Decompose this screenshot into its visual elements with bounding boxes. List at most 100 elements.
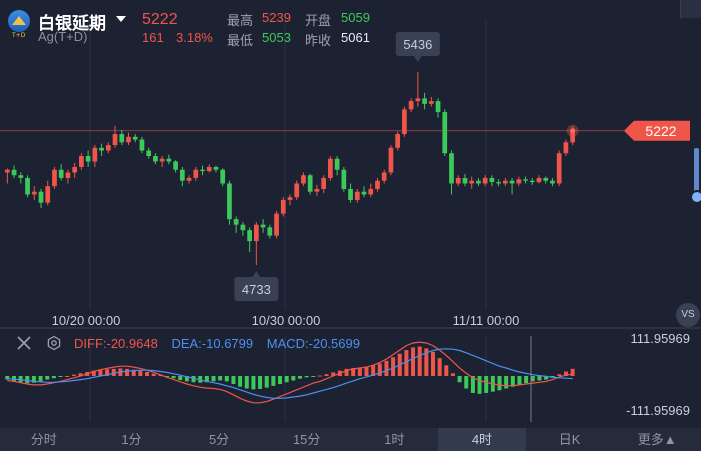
tab-1min[interactable]: 1分 [88,428,176,451]
macd-bar [51,376,56,379]
side-panel-tab[interactable] [680,0,701,18]
macd-bar [251,376,256,390]
candle-body [408,101,414,110]
candle-body [233,219,239,225]
macd-bar [384,360,389,376]
candle-body [99,147,104,151]
macd-bar [437,358,442,376]
candle-body [139,139,145,151]
macd-bar [357,367,362,376]
candle-body [509,180,515,184]
candle-body [58,169,64,178]
open-value: 5059 [341,10,370,25]
open-label: 开盘 [305,13,332,28]
macd-bar [125,368,130,376]
candle-body [375,180,380,189]
candle-body [476,180,481,184]
candle-body [31,191,37,195]
candle-body [132,136,138,140]
low-marker-pointer [252,271,261,277]
candle-body [287,197,293,200]
low-label: 最低 [227,33,254,48]
candle-body [301,175,306,184]
candle-body [496,182,501,184]
compare-button[interactable]: VS [676,303,700,327]
candle-body [179,169,185,181]
candle-body [153,156,158,162]
candle-body [52,169,57,187]
x-tick-label: 10/30 00:00 [252,313,321,328]
macd-bar [264,376,269,388]
candle-body [119,134,125,143]
high-marker-pointer [413,56,422,62]
tab-1hour[interactable]: 1时 [351,428,439,451]
zoom-slider[interactable] [694,148,699,196]
candle-body [415,98,421,102]
candle-body [354,191,360,200]
prev-close-value: 5061 [341,30,370,45]
macd-ymax-label: 111.95969 [630,331,690,346]
candle-body [126,136,131,143]
candle-body [502,180,508,184]
candle-body [92,147,98,162]
tab-4hour[interactable]: 4时 [438,428,526,451]
macd-bar [417,346,422,376]
low-marker-label: 4733 [242,282,271,297]
tab-fenshi[interactable]: 分时 [0,428,88,451]
last-price: 5222 [142,11,178,28]
candle-body [186,177,192,181]
macd-bar [25,376,30,384]
macd-bar [138,370,143,376]
candle-body [200,169,205,172]
macd-bar [377,363,382,376]
tab-15min[interactable]: 15分 [263,428,351,451]
price-chart[interactable]: 10/20 00:00 10/30 00:00 11/11 00:00 5436 473… [0,0,701,451]
candle-body [348,188,353,200]
candle-body [11,169,17,176]
zoom-slider-handle[interactable] [690,190,701,204]
macd-bar [311,376,316,377]
macd-bar [557,374,562,376]
candle-body [563,142,569,154]
chevron-down-icon[interactable] [116,16,126,22]
macd-bar [364,367,369,376]
high-value: 5239 [262,10,291,25]
candle-body [536,177,542,183]
macd-bar [291,376,296,381]
candle-body [428,101,434,104]
candle-body [5,169,10,173]
high-marker-label: 5436 [403,37,432,52]
candle-body [381,172,387,181]
candle-body [341,169,347,189]
macd-bar [457,376,462,383]
candle-body [334,158,340,170]
candle-body [550,180,555,184]
macd-bar [464,376,469,389]
macd-bar [444,365,449,376]
macd-bar [317,375,322,377]
macd-bar [411,347,416,376]
candle-body [388,147,394,173]
last-price-tag-label: 5222 [645,123,676,139]
candle-body [146,150,152,157]
macd-bar [391,357,396,376]
timeframe-tabs: 分时 1分 5分 15分 1时 4时 日K 更多▲ [0,428,701,451]
candle-body [523,179,528,181]
candle-body [193,169,199,178]
tab-daily[interactable]: 日K [526,428,614,451]
candle-body [173,161,178,170]
close-icon[interactable] [16,335,32,351]
candle-body [267,227,273,236]
candle-body [105,145,111,151]
candle-body [247,230,252,242]
dea-value: DEA:-10.6799 [171,336,254,351]
tab-more[interactable]: 更多▲ [613,428,701,451]
candle-body [220,169,226,184]
candle-body [159,158,165,162]
macd-bar [450,373,455,376]
candle-body [462,177,468,184]
tab-5min[interactable]: 5分 [175,428,263,451]
gear-icon[interactable] [46,335,62,351]
diff-line [7,341,573,404]
price-change: 161 [142,30,164,45]
